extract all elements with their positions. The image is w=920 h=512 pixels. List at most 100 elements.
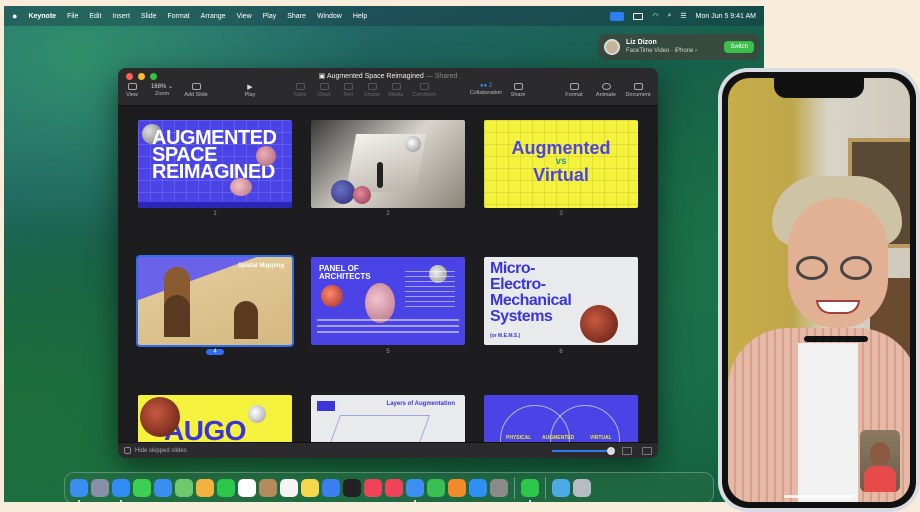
play-button[interactable]: ▶ Play [232,83,268,98]
venn-label: VIRTUAL [590,435,612,441]
facetime-status-icon[interactable] [610,11,625,21]
desktop: ● Keynote File Edit Insert Slide Format … [4,6,764,502]
format-button[interactable]: Format [556,83,592,98]
grid-view-button[interactable] [622,446,632,455]
iphone [718,68,920,512]
trash-icon[interactable] [573,479,591,497]
switch-button[interactable]: Switch [724,41,754,53]
venn-label: AUGMENTED [542,435,575,441]
slide-thumbnail-7[interactable]: AUGO [138,395,292,442]
slide-thumbnail-3[interactable]: Augmented vs Virtual [484,120,638,208]
contacts-icon[interactable] [259,479,277,497]
facetime-video[interactable] [728,78,910,502]
launchpad-icon[interactable] [91,479,109,497]
animate-button[interactable]: Animate [588,83,624,98]
shape-icon [367,83,377,90]
thumbnail-size-slider[interactable] [552,446,615,455]
slide-thumbnail-4[interactable]: Spatial Mapping [136,255,294,347]
animate-icon [601,83,611,90]
facetime-handoff-notification[interactable]: Liz Dizon FaceTime Video · iPhone › Swit… [598,34,760,60]
blob-graphic [365,283,395,323]
hide-skipped-checkbox[interactable] [124,447,131,454]
slide-thumbnail-1[interactable]: AUGMENTED SPACE REIMAGINED [138,120,292,208]
slide-thumbnail-8[interactable]: Layers of Augmentation [311,395,465,442]
music-icon[interactable] [364,479,382,497]
news-icon[interactable] [385,479,403,497]
notes-icon[interactable] [301,479,319,497]
outline-view-button[interactable] [642,446,652,455]
menu-arrange[interactable]: Arrange [201,13,226,20]
menu-window[interactable]: Window [317,13,342,20]
document-icon: ▣ [318,73,326,80]
play-icon: ▶ [247,84,253,91]
comment-button[interactable]: Comment [406,83,442,98]
safari-icon[interactable] [112,479,130,502]
messages-icon[interactable] [133,479,151,497]
avatar [604,39,620,55]
slide-number: 5 [386,349,390,355]
slide-thumbnail-9[interactable]: PHYSICAL AUGMENTED VIRTUAL [484,395,638,442]
window-toolbar: ▣ Augmented Space Reimagined — Shared Vi… [118,68,658,106]
paintbrush-icon [569,83,579,90]
slide-subtitle: (or M.E.M.S.) [490,333,521,339]
menu-play[interactable]: Play [263,13,277,20]
slide-thumbnail-5[interactable]: PANEL OF ARCHITECTS [311,257,465,345]
slide-title-line: REIMAGINED [152,161,275,183]
system-settings-icon[interactable] [490,479,508,497]
zoom-button[interactable]: 168% ⌄ Zoom [144,83,180,97]
reminders-icon[interactable] [280,479,298,497]
comment-icon [419,83,429,90]
slide-title: Layers of Augmentation [386,401,455,407]
slide-title-line: Micro- [490,260,536,277]
document-button[interactable]: Document [620,83,656,98]
layer-graphic [317,401,335,411]
menu-slide[interactable]: Slide [141,13,157,20]
home-indicator[interactable] [784,495,854,498]
photos-icon[interactable] [196,479,214,497]
sidebar-icon [127,83,137,90]
slide-thumbnail-2[interactable] [311,120,465,208]
menu-insert[interactable]: Insert [112,13,130,20]
apple-icon[interactable]: ● [12,11,17,21]
downloads-folder-icon[interactable] [552,479,570,497]
document-inspector-icon [633,83,643,90]
menu-file[interactable]: File [67,13,78,20]
slide-title-line: Virtual [533,165,589,185]
menu-share[interactable]: Share [287,13,306,20]
menubar-clock[interactable]: Mon Jun 5 9:41 AM [696,13,756,20]
battery-icon[interactable] [633,12,644,20]
facetime-continuity-icon[interactable] [521,479,539,502]
slide-number: 1 [213,211,217,217]
app-store-icon[interactable] [469,479,487,497]
menu-edit[interactable]: Edit [89,13,101,20]
finder-icon[interactable] [70,479,88,502]
maps-icon[interactable] [175,479,193,497]
slide-grid: AUGMENTED SPACE REIMAGINED 1 2 Augmented… [118,107,658,442]
wifi-icon[interactable]: ◠ [652,12,658,20]
freeform-icon[interactable] [322,479,340,497]
menu-help[interactable]: Help [353,13,367,20]
pages-icon[interactable] [448,479,466,497]
sphere-graphic [353,186,371,204]
numbers-icon[interactable] [427,479,445,497]
slide-thumbnail-6[interactable]: Micro- Electro- Mechanical Systems (or M… [484,257,638,345]
chart-icon [319,83,329,90]
mail-icon[interactable] [154,479,172,497]
keynote-window: ▣ Augmented Space Reimagined — Shared Vi… [118,68,658,458]
facetime-icon[interactable] [217,479,235,497]
tv-icon[interactable] [343,479,361,497]
self-view-pip[interactable] [860,430,900,492]
menu-app-name[interactable]: Keynote [28,13,56,20]
calendar-icon[interactable] [238,479,256,497]
glasses-left [796,256,828,280]
menu-format[interactable]: Format [168,13,190,20]
text-icon [343,83,353,90]
hide-skipped-label: Hide skipped slides [135,447,187,454]
menu-view[interactable]: View [237,13,252,20]
add-slide-button[interactable]: Add Slide [178,83,214,98]
spotlight-search-icon[interactable]: ⌕ [667,12,671,20]
control-center-icon[interactable]: ☰ [680,12,686,20]
document-title[interactable]: Augmented Space Reimagined [327,73,424,80]
share-button[interactable]: Share [500,83,536,98]
keynote-icon[interactable] [406,479,424,502]
